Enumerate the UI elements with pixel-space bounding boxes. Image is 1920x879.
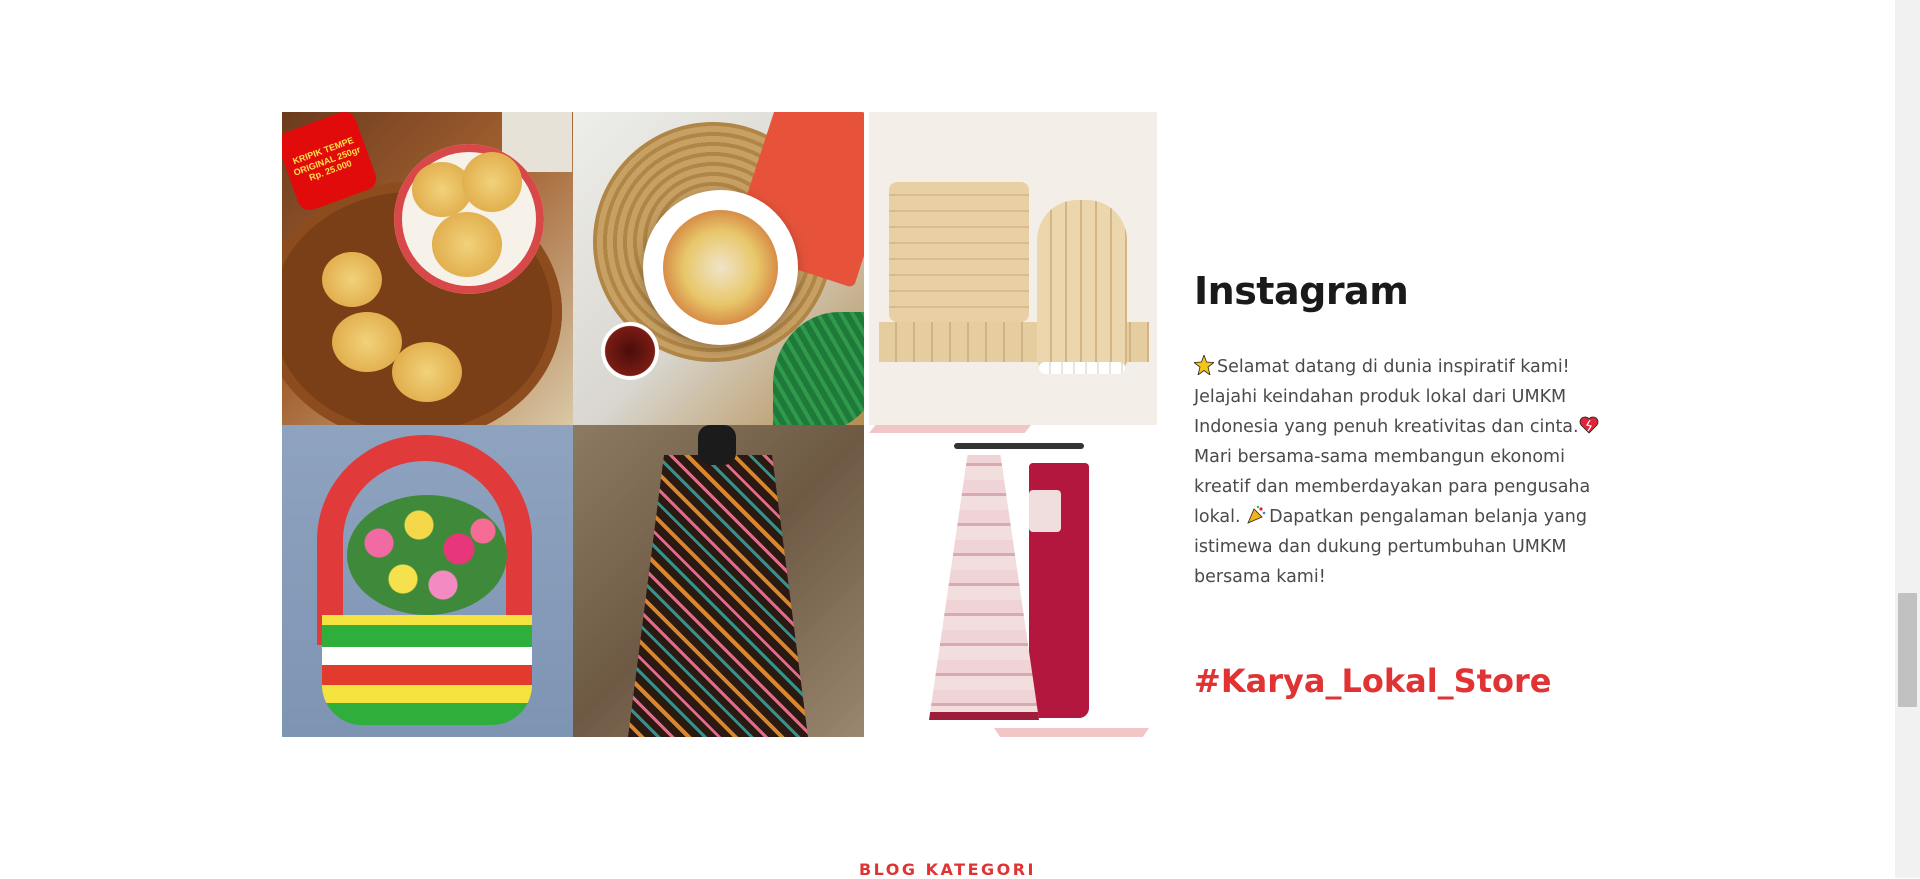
- description-part-1: Selamat datang di dunia inspiratif kami!…: [1194, 357, 1579, 437]
- party-popper-icon: [1247, 505, 1266, 524]
- bottle-cap-basket: [322, 615, 532, 725]
- stick-pencil-cup: [1037, 200, 1127, 370]
- batik-coat: [628, 455, 808, 737]
- instagram-title: Instagram: [1194, 269, 1409, 313]
- mannequin-neck: [698, 425, 736, 465]
- cracker: [332, 312, 402, 372]
- sparkle-icon: [1194, 355, 1214, 375]
- soup: [663, 210, 778, 325]
- price-badge-text: KRIPIK TEMPE ORIGINAL 250gr Rp. 25.000: [291, 134, 362, 184]
- heart-icon: [1579, 416, 1598, 434]
- sauce-dish: [601, 322, 659, 380]
- instagram-description: Selamat datang di dunia inspiratif kami!…: [1194, 352, 1614, 592]
- instagram-info: Instagram Selamat datang di dunia inspir…: [1194, 262, 1614, 700]
- cracker: [432, 212, 502, 277]
- small-bag: [1029, 490, 1061, 532]
- gallery-image-batik-coat[interactable]: [573, 425, 864, 737]
- cracker: [392, 342, 462, 402]
- hanger-rod: [954, 443, 1084, 449]
- gallery-image-baso-aci[interactable]: [573, 112, 864, 425]
- decorative-pink-bar: [869, 425, 1031, 433]
- cracker: [462, 152, 522, 212]
- hashtag-link[interactable]: #Karya_Lokal_Store: [1194, 662, 1614, 700]
- blog-category-label: BLOG KATEGORI: [858, 860, 1036, 879]
- printed-gown: [929, 455, 1039, 720]
- gallery-image-bottle-cap-basket[interactable]: [282, 425, 573, 737]
- pearl-trim: [1039, 362, 1125, 374]
- stick-box: [889, 182, 1029, 322]
- gallery-image-popsicle-stick-craft[interactable]: [869, 112, 1157, 425]
- scrollbar-track[interactable]: [1895, 0, 1920, 878]
- instagram-gallery: KRIPIK TEMPE ORIGINAL 250gr Rp. 25.000: [282, 112, 1157, 737]
- flower-bouquet: [347, 495, 507, 615]
- scrollbar-thumb[interactable]: [1898, 593, 1917, 707]
- cracker: [322, 252, 382, 307]
- decorative-pink-bar: [994, 728, 1149, 737]
- gallery-image-kripik-tempe[interactable]: KRIPIK TEMPE ORIGINAL 250gr Rp. 25.000: [282, 112, 573, 425]
- gallery-image-mukena-set[interactable]: [869, 425, 1157, 737]
- page: KRIPIK TEMPE ORIGINAL 250gr Rp. 25.000 I…: [0, 0, 1895, 879]
